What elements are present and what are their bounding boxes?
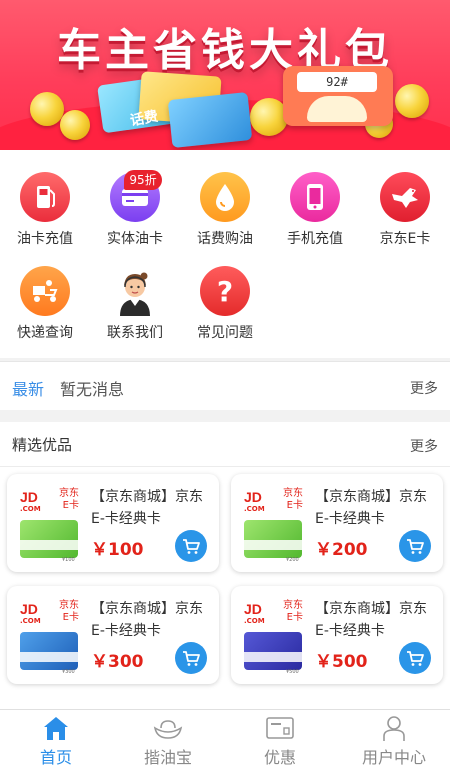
coin-decoration	[30, 92, 64, 126]
tab-discounts[interactable]: 优惠	[224, 710, 336, 771]
ecard-value: ¥500	[286, 669, 299, 675]
gas-number: 92#	[297, 72, 377, 92]
cart-icon	[183, 539, 200, 554]
bottom-tab-bar: 首页 揩油宝 优惠 用户中心	[0, 709, 450, 771]
add-to-cart-button[interactable]	[399, 530, 431, 562]
add-to-cart-button[interactable]	[175, 530, 207, 562]
product-card[interactable]: JD .COM 京东 E卡 ¥300 【京东商城】京东E-卡经典卡 ￥300	[7, 586, 219, 684]
ecard-value: ¥200	[286, 557, 299, 563]
ecard-image	[244, 632, 302, 670]
product-card[interactable]: JD .COM 京东 E卡 ¥200 【京东商城】京东E-卡经典卡 ￥200	[231, 474, 443, 572]
tab-label: 揩油宝	[143, 748, 192, 767]
grid-item-label: 京东E卡	[379, 231, 431, 247]
ecard-value: ¥300	[62, 669, 75, 675]
grid-item-jd-ecard[interactable]: 京东E卡	[360, 172, 450, 252]
tab-label: 用户中心	[361, 748, 426, 767]
product-price: ￥300	[91, 652, 144, 672]
svg-text:?: ?	[217, 275, 233, 308]
news-more-link[interactable]: 更多	[410, 378, 438, 398]
ingot-icon	[153, 720, 183, 739]
jd-cn-label: 京东 E卡	[59, 488, 79, 511]
user-icon	[383, 716, 405, 741]
grid-item-label: 实体油卡	[107, 231, 163, 247]
grid-item-fuel-card-recharge[interactable]: 油卡充值	[0, 172, 90, 252]
card-decoration	[167, 91, 253, 149]
tab-home[interactable]: 首页	[0, 710, 112, 771]
ecard-image	[20, 632, 78, 670]
product-name: 【京东商城】京东E-卡经典卡	[91, 489, 203, 527]
coupon-icon	[266, 717, 294, 739]
product-card[interactable]: JD .COM 京东 E卡 ¥100 【京东商城】京东E-卡经典卡 ￥100	[7, 474, 219, 572]
tab-kaiyoubao[interactable]: 揩油宝	[112, 710, 224, 771]
tab-label: 首页	[39, 748, 72, 767]
selected-section-header: 精选优品 更多	[0, 422, 450, 467]
ecard-image	[20, 520, 78, 558]
discount-badge: 95折	[124, 170, 162, 190]
ecard-image	[244, 520, 302, 558]
question-mark-icon: ?	[200, 266, 250, 316]
jd-logo: JD	[20, 489, 38, 505]
jd-logo-com: .COM	[244, 617, 265, 625]
section-title: 精选优品	[12, 436, 73, 454]
promo-banner[interactable]: 车主省钱大礼包 话费 92#	[0, 0, 450, 150]
delivery-scooter-icon	[20, 266, 70, 316]
fuel-pump-icon	[20, 172, 70, 222]
add-to-cart-button[interactable]	[175, 642, 207, 674]
grid-item-express-tracking[interactable]: 快递查询	[0, 266, 90, 346]
service-grid: 油卡充值 实体油卡 话费购油 手机充值 京东E卡 快递查询 联系我们 ? 常见问…	[0, 150, 450, 358]
product-price: ￥100	[91, 540, 144, 560]
jd-logo-com: .COM	[20, 505, 41, 513]
tab-user-center[interactable]: 用户中心	[338, 710, 450, 771]
coin-decoration	[395, 84, 429, 118]
product-list: JD .COM 京东 E卡 ¥100 【京东商城】京东E-卡经典卡 ￥100 JD…	[0, 467, 450, 709]
selected-more-link[interactable]: 更多	[410, 436, 438, 456]
jd-dog-icon	[380, 172, 430, 222]
product-price: ￥500	[315, 652, 368, 672]
news-text: 暂无消息	[60, 380, 125, 399]
jd-logo: JD	[244, 601, 262, 617]
grid-item-label: 常见问题	[197, 325, 253, 341]
ecard-value: ¥100	[62, 557, 75, 563]
jd-logo: JD	[20, 601, 38, 617]
oil-drop-icon	[200, 172, 250, 222]
product-name: 【京东商城】京东E-卡经典卡	[315, 601, 427, 639]
jd-logo-com: .COM	[244, 505, 265, 513]
cart-icon	[183, 651, 200, 666]
grid-item-contact-us[interactable]: 联系我们	[90, 266, 180, 346]
jd-logo-com: .COM	[20, 617, 41, 625]
phone-icon	[290, 172, 340, 222]
tab-label: 优惠	[263, 748, 296, 767]
jd-cn-label: 京东 E卡	[283, 600, 303, 623]
grid-item-label: 快递查询	[17, 325, 73, 341]
grid-item-phone-recharge[interactable]: 手机充值	[270, 172, 360, 252]
add-to-cart-button[interactable]	[399, 642, 431, 674]
jd-cn-label: 京东 E卡	[283, 488, 303, 511]
news-tag: 最新	[12, 380, 45, 399]
product-price: ￥200	[315, 540, 368, 560]
grid-item-bill-buy-fuel[interactable]: 话费购油	[180, 172, 270, 252]
jd-cn-label: 京东 E卡	[59, 600, 79, 623]
home-icon	[44, 717, 68, 740]
grid-item-label: 油卡充值	[17, 231, 73, 247]
gas-pump-decoration: 92#	[283, 66, 393, 126]
news-ticker[interactable]: 最新 暂无消息 更多	[0, 361, 450, 410]
cart-icon	[407, 651, 424, 666]
support-agent-icon	[110, 266, 160, 316]
product-name: 【京东商城】京东E-卡经典卡	[91, 601, 203, 639]
grid-item-label: 话费购油	[197, 231, 253, 247]
grid-item-label: 联系我们	[107, 325, 163, 341]
grid-item-faq[interactable]: ? 常见问题	[180, 266, 270, 346]
product-name: 【京东商城】京东E-卡经典卡	[315, 489, 427, 527]
grid-item-label: 手机充值	[287, 231, 343, 247]
product-card[interactable]: JD .COM 京东 E卡 ¥500 【京东商城】京东E-卡经典卡 ￥500	[231, 586, 443, 684]
gauge-icon	[307, 96, 367, 122]
cart-icon	[407, 539, 424, 554]
jd-logo: JD	[244, 489, 262, 505]
coin-decoration	[60, 110, 90, 140]
